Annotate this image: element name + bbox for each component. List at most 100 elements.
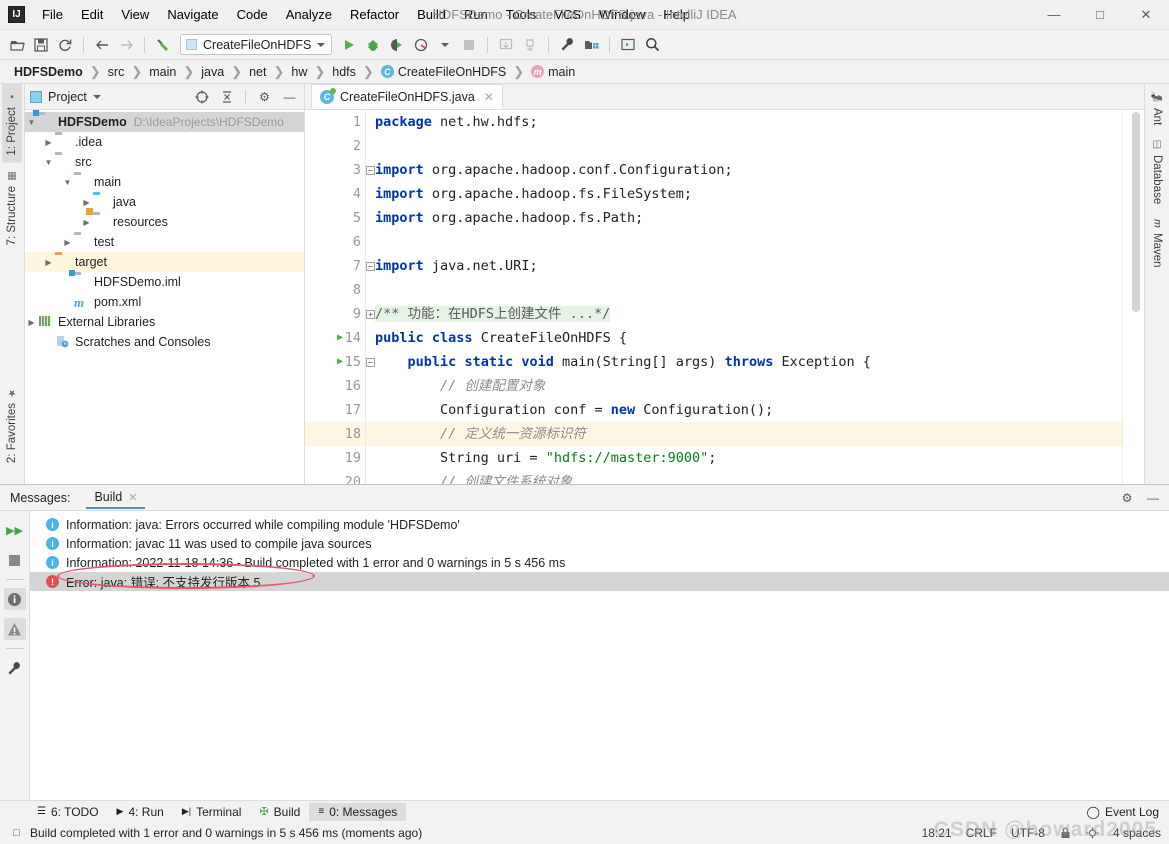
chevron-right-icon[interactable]: ▶ (80, 198, 93, 207)
menu-tools[interactable]: Tools (497, 3, 545, 26)
code-text-area[interactable]: package net.hw.hdfs; import org.apache.h… (367, 110, 1122, 484)
tree-item-test[interactable]: ▶ test (25, 232, 304, 252)
tree-item-resources[interactable]: ▶ resources (25, 208, 304, 232)
forward-icon[interactable] (115, 34, 137, 56)
profile-dropdown-icon[interactable] (434, 34, 456, 56)
terminal-icon[interactable] (617, 34, 639, 56)
menu-analyze[interactable]: Analyze (277, 3, 341, 26)
tab-build[interactable]: Build ✕ (86, 486, 146, 509)
run-gutter-icon[interactable]: ▶ (337, 326, 343, 350)
sidebar-item-favorites[interactable]: 2: Favorites ★ (2, 380, 22, 470)
tool-tab-todo[interactable]: ☰ 6: TODO (28, 803, 108, 821)
breadcrumb-item-hdfs[interactable]: hdfs (330, 65, 358, 79)
select-opened-file-icon[interactable] (192, 87, 211, 106)
maximize-button[interactable]: □ (1077, 0, 1123, 30)
tool-tab-terminal[interactable]: ▶| Terminal (173, 803, 251, 821)
back-icon[interactable] (91, 34, 113, 56)
debug-icon[interactable] (362, 34, 384, 56)
tree-item-scratches[interactable]: Scratches and Consoles (25, 332, 304, 352)
chevron-down-icon[interactable]: ▼ (25, 118, 38, 127)
chevron-right-icon[interactable]: ▶ (61, 238, 74, 247)
build-hammer-icon[interactable] (152, 34, 174, 56)
chevron-right-icon[interactable]: ▶ (80, 218, 93, 227)
tree-item-idea[interactable]: ▶ .idea (25, 132, 304, 152)
editor-tab-createfileonhdfs[interactable]: C CreateFileOnHDFS.java ✕ (311, 84, 503, 109)
menu-help[interactable]: Help (654, 3, 699, 26)
hide-panel-icon[interactable]: — (280, 87, 299, 106)
chevron-down-icon[interactable]: ▼ (42, 158, 55, 167)
expand-all-icon[interactable]: ▶▶ (4, 519, 26, 541)
message-row-error[interactable]: ! Error: java: 错误: 不支持发行版本 5 (30, 572, 1169, 591)
tree-item-iml[interactable]: HDFSDemo.iml (25, 270, 304, 292)
chevron-right-icon[interactable]: ▶ (25, 318, 38, 327)
inspection-widget-icon[interactable] (1086, 827, 1099, 840)
filter-info-icon[interactable] (3, 588, 26, 610)
close-icon[interactable]: ✕ (484, 90, 494, 104)
tree-item-src[interactable]: ▼ src (25, 152, 304, 172)
breadcrumb-item-method[interactable]: m main (529, 65, 577, 79)
run-coverage-icon[interactable] (386, 34, 408, 56)
settings-gear-icon[interactable]: ⚙ (255, 87, 274, 106)
settings-gear-icon[interactable]: ⚙ (1117, 488, 1137, 508)
tree-item-java[interactable]: ▶ java (25, 192, 304, 212)
sidebar-item-ant[interactable]: 🐜 Ant (1147, 84, 1167, 132)
sidebar-item-structure[interactable]: 7: Structure ▦ (2, 163, 22, 252)
menu-file[interactable]: File (33, 3, 72, 26)
update-project-icon[interactable] (495, 34, 517, 56)
menu-view[interactable]: View (112, 3, 158, 26)
sync-icon[interactable] (54, 34, 76, 56)
project-tree[interactable]: ▼ HDFSDemo D:\IdeaProjects\HDFSDemo ▶ .i… (25, 110, 304, 484)
menu-build[interactable]: Build (408, 3, 455, 26)
profile-icon[interactable] (410, 34, 432, 56)
commit-icon[interactable] (519, 34, 541, 56)
search-everywhere-icon[interactable] (641, 34, 663, 56)
tree-item-main[interactable]: ▼ main (25, 172, 304, 192)
status-encoding[interactable]: UTF-8 (1011, 826, 1045, 840)
messages-list[interactable]: i Information: java: Errors occurred whi… (30, 511, 1169, 800)
editor-gutter[interactable]: 1 2 3− 4 5 6 7− 8 9 + 14 ▶ 15 ▶ − 16 17 18 1… (305, 110, 375, 484)
run-icon[interactable] (338, 34, 360, 56)
event-log-button[interactable]: ◯ Event Log (1087, 805, 1159, 819)
tree-item-pom[interactable]: m pom.xml (25, 292, 304, 312)
breadcrumb-item-main[interactable]: main (147, 65, 178, 79)
tree-item-target[interactable]: ▶ target (25, 252, 304, 272)
save-all-icon[interactable] (30, 34, 52, 56)
project-structure-icon[interactable] (580, 34, 602, 56)
close-icon[interactable]: ✕ (128, 491, 137, 504)
menu-vcs[interactable]: VCS (545, 3, 590, 26)
tool-tab-build[interactable]: ✠ Build (250, 803, 309, 821)
sidebar-item-project[interactable]: 1: Project ▪ (2, 84, 22, 163)
breadcrumb-item-hw[interactable]: hw (289, 65, 309, 79)
breadcrumb-item-java[interactable]: java (199, 65, 226, 79)
breadcrumb-item-class[interactable]: C CreateFileOnHDFS (379, 65, 508, 79)
menu-code[interactable]: Code (228, 3, 277, 26)
stop-icon[interactable] (4, 549, 26, 571)
filter-warning-icon[interactable] (3, 618, 26, 640)
hide-panel-icon[interactable]: — (1143, 488, 1163, 508)
tree-item-external-libraries[interactable]: ▶ External Libraries (25, 312, 304, 332)
menu-run[interactable]: Run (455, 3, 497, 26)
editor-scrollbar[interactable]: ✔ (1122, 110, 1144, 484)
tool-tab-messages[interactable]: ≡ 0: Messages (309, 802, 407, 821)
menu-refactor[interactable]: Refactor (341, 3, 408, 26)
menu-navigate[interactable]: Navigate (158, 3, 227, 26)
scrollbar-thumb[interactable] (1132, 112, 1140, 312)
open-project-icon[interactable] (6, 34, 28, 56)
code-editor[interactable]: 1 2 3− 4 5 6 7− 8 9 + 14 ▶ 15 ▶ − 16 17 18 1… (305, 110, 1144, 484)
chevron-down-icon[interactable] (92, 94, 101, 99)
sidebar-item-maven[interactable]: m Maven (1147, 212, 1167, 274)
menu-window[interactable]: Window (590, 3, 654, 26)
chevron-right-icon[interactable]: ▶ (42, 258, 55, 267)
status-indent[interactable]: 4 spaces (1113, 826, 1161, 840)
minimize-button[interactable]: — (1031, 0, 1077, 30)
tree-item-hdfsdemo[interactable]: ▼ HDFSDemo D:\IdeaProjects\HDFSDemo (25, 110, 304, 132)
close-button[interactable]: ✕ (1123, 0, 1169, 30)
chevron-right-icon[interactable]: ▶ (42, 138, 55, 147)
lock-icon[interactable] (1059, 827, 1072, 840)
status-line-separator[interactable]: CRLF (966, 826, 997, 840)
message-row[interactable]: i Information: javac 11 was used to comp… (30, 534, 1169, 553)
breadcrumb-item-net[interactable]: net (247, 65, 268, 79)
message-row[interactable]: i Information: java: Errors occurred whi… (30, 515, 1169, 534)
breadcrumb-item-src[interactable]: src (106, 65, 127, 79)
build-settings-wrench-icon[interactable] (4, 657, 26, 679)
